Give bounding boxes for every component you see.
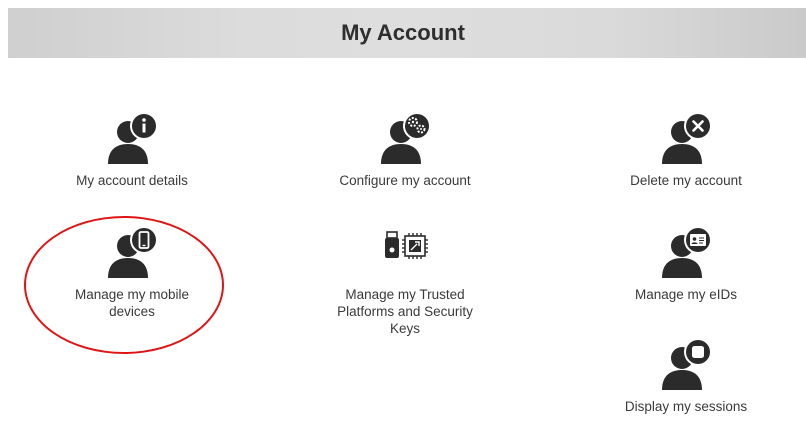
security-key-chip-icon xyxy=(385,231,428,259)
tile-label: Configure my account xyxy=(339,173,471,188)
tile-label: Manage my mobile devices xyxy=(74,287,190,319)
tile-label: My account details xyxy=(76,173,188,188)
user-info-icon xyxy=(108,112,158,164)
delete-my-account-tile[interactable]: Delete my account xyxy=(606,108,766,189)
tile-label: Display my sessions xyxy=(624,399,748,414)
user-gears-icon xyxy=(381,112,431,164)
manage-eids-tile[interactable]: Manage my eIDs xyxy=(606,222,766,303)
display-my-sessions-tile[interactable]: Display my sessions xyxy=(606,334,766,415)
page-header: My Account xyxy=(8,8,806,58)
user-mobile-icon xyxy=(108,226,158,278)
page-title: My Account xyxy=(341,20,465,45)
tile-label: Delete my account xyxy=(630,173,742,188)
tile-label: Manage my eIDs xyxy=(634,287,738,302)
tile-label: Manage my Trusted Platforms and Security… xyxy=(337,287,473,336)
user-eid-card-icon xyxy=(662,226,712,278)
manage-trusted-platforms-tile[interactable]: Manage my Trusted Platforms and Security… xyxy=(315,222,495,337)
my-account-page: My Account My account details Configure … xyxy=(0,0,806,425)
user-sessions-icon xyxy=(662,338,712,390)
user-delete-icon xyxy=(662,112,712,164)
configure-my-account-tile[interactable]: Configure my account xyxy=(315,108,495,189)
my-account-details-tile[interactable]: My account details xyxy=(52,108,212,189)
manage-mobile-devices-tile[interactable]: Manage my mobile devices xyxy=(52,222,212,320)
